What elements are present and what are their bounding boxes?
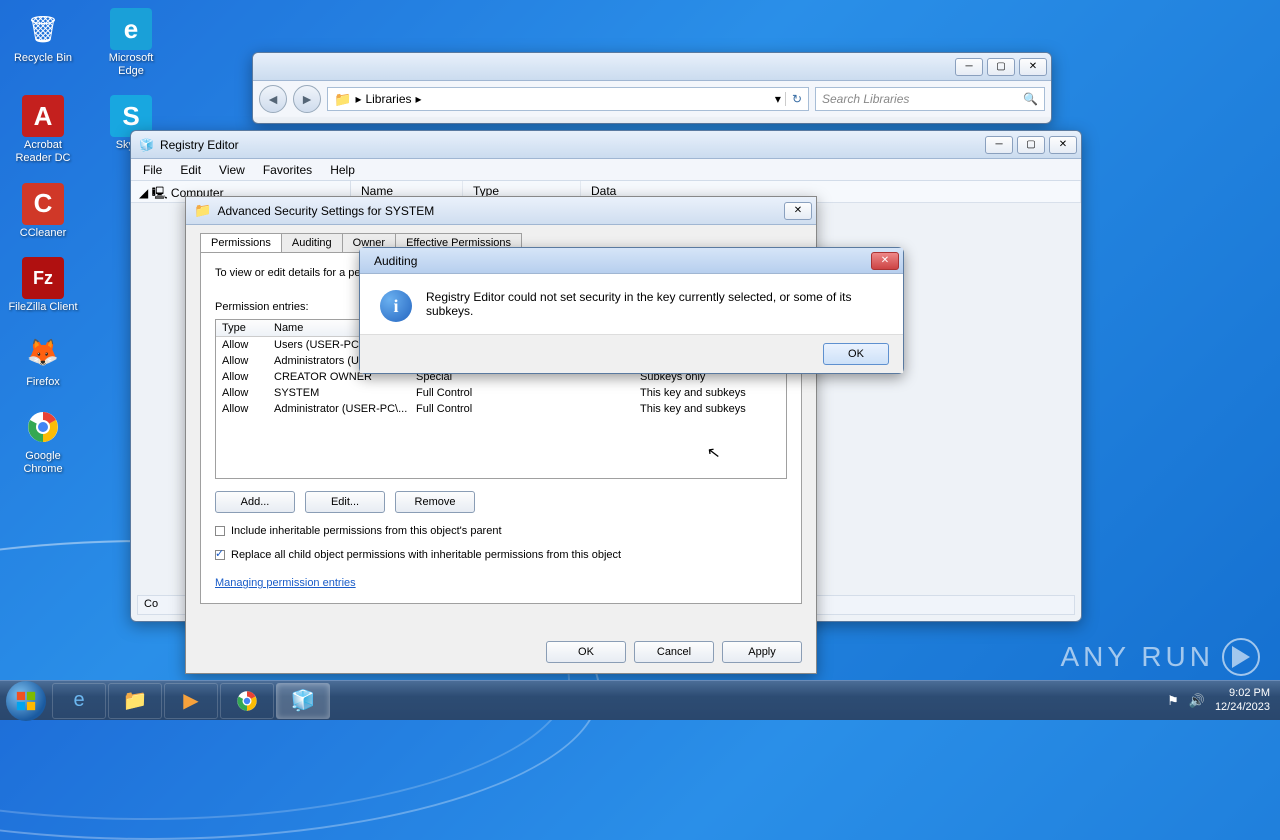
desktop-icon-recycle-bin[interactable]: 🗑Recycle Bin <box>8 8 78 77</box>
ok-button[interactable]: OK <box>546 641 626 663</box>
desktop-icon-filezilla[interactable]: FzFileZilla Client <box>8 257 78 314</box>
taskbar-media[interactable]: ▶ <box>164 683 218 719</box>
clock[interactable]: 9:02 PM 12/24/2023 <box>1215 687 1270 715</box>
tab-permissions[interactable]: Permissions <box>200 233 282 252</box>
info-icon: i <box>380 290 412 322</box>
permission-row[interactable]: AllowSYSTEMFull ControlThis key and subk… <box>216 385 786 401</box>
auditing-dialog: Auditing ✕ i Registry Editor could not s… <box>359 247 904 374</box>
close-button[interactable]: ✕ <box>1019 58 1047 76</box>
desktop-icon-chrome[interactable]: Google Chrome <box>8 406 78 475</box>
apply-button[interactable]: Apply <box>722 641 802 663</box>
dialog-text: Registry Editor could not set security i… <box>426 290 883 318</box>
filezilla-icon: Fz <box>22 257 64 299</box>
tray-volume-icon[interactable]: 🔊 <box>1189 693 1205 709</box>
menubar: File Edit View Favorites Help <box>131 159 1081 181</box>
desktop-icon-firefox[interactable]: 🦊Firefox <box>8 332 78 389</box>
chrome-icon <box>22 406 64 448</box>
desktop-icon-acrobat[interactable]: AAcrobat Reader DC <box>8 95 78 164</box>
menu-view[interactable]: View <box>211 161 253 179</box>
regedit-icon: 🧊 <box>139 138 154 152</box>
desktop-icon-edge[interactable]: eMicrosoft Edge <box>96 8 166 77</box>
checkbox-inherit[interactable] <box>215 526 225 536</box>
search-icon: 🔍 <box>1023 92 1038 106</box>
close-button[interactable]: ✕ <box>871 252 899 270</box>
acrobat-icon: A <box>22 95 64 137</box>
taskbar-regedit[interactable]: 🧊 <box>276 683 330 719</box>
recycle-bin-icon: 🗑 <box>22 8 64 50</box>
edge-icon: e <box>110 8 152 50</box>
help-link[interactable]: Managing permission entries <box>215 577 356 589</box>
explorer-window: ─ ▢ ✕ ◄ ► 📁 ▸ Libraries ▸ ▾ ↻ Search Lib… <box>252 52 1052 124</box>
permission-row[interactable]: AllowAdministrator (USER-PC\...Full Cont… <box>216 401 786 417</box>
firefox-icon: 🦊 <box>22 332 64 374</box>
system-tray: ⚑ 🔊 9:02 PM 12/24/2023 <box>1167 687 1274 715</box>
regedit-titlebar[interactable]: 🧊 Registry Editor ─ ▢ ✕ <box>131 131 1081 159</box>
msg-titlebar[interactable]: Auditing ✕ <box>360 248 903 274</box>
explorer-toolbar: ◄ ► 📁 ▸ Libraries ▸ ▾ ↻ Search Libraries… <box>253 81 1051 117</box>
menu-edit[interactable]: Edit <box>172 161 209 179</box>
maximize-button[interactable]: ▢ <box>1017 136 1045 154</box>
taskbar-explorer[interactable]: 📁 <box>108 683 162 719</box>
folder-icon: 📁 <box>194 202 211 219</box>
forward-button[interactable]: ► <box>293 85 321 113</box>
tray-flag-icon[interactable]: ⚑ <box>1167 693 1179 709</box>
minimize-button[interactable]: ─ <box>985 136 1013 154</box>
address-bar[interactable]: 📁 ▸ Libraries ▸ ▾ ↻ <box>327 87 809 111</box>
explorer-titlebar: ─ ▢ ✕ <box>253 53 1051 81</box>
desktop-icon-ccleaner[interactable]: CCCleaner <box>8 183 78 240</box>
minimize-button[interactable]: ─ <box>955 58 983 76</box>
tab-auditing[interactable]: Auditing <box>281 233 343 252</box>
remove-button[interactable]: Remove <box>395 491 475 513</box>
close-button[interactable]: ✕ <box>784 202 812 220</box>
edit-button[interactable]: Edit... <box>305 491 385 513</box>
window-title: Advanced Security Settings for SYSTEM <box>217 204 434 218</box>
folder-icon: 📁 <box>334 91 351 108</box>
close-button[interactable]: ✕ <box>1049 136 1077 154</box>
menu-file[interactable]: File <box>135 161 170 179</box>
taskbar-ie[interactable]: e <box>52 683 106 719</box>
ccleaner-icon: C <box>22 183 64 225</box>
cancel-button[interactable]: Cancel <box>634 641 714 663</box>
dialog-title: Auditing <box>374 254 417 268</box>
ok-button[interactable]: OK <box>823 343 889 365</box>
taskbar: e 📁 ▶ 🧊 ⚑ 🔊 9:02 PM 12/24/2023 <box>0 680 1280 720</box>
back-button[interactable]: ◄ <box>259 85 287 113</box>
maximize-button[interactable]: ▢ <box>987 58 1015 76</box>
advsec-titlebar[interactable]: 📁 Advanced Security Settings for SYSTEM … <box>186 197 816 225</box>
menu-help[interactable]: Help <box>322 161 363 179</box>
taskbar-chrome[interactable] <box>220 683 274 719</box>
watermark: ANY RUN <box>1060 638 1260 676</box>
search-input[interactable]: Search Libraries 🔍 <box>815 87 1045 111</box>
menu-favorites[interactable]: Favorites <box>255 161 320 179</box>
checkbox-replace[interactable] <box>215 550 225 560</box>
add-button[interactable]: Add... <box>215 491 295 513</box>
breadcrumb: Libraries <box>365 92 411 106</box>
window-title: Registry Editor <box>160 138 239 152</box>
start-button[interactable] <box>6 681 46 721</box>
